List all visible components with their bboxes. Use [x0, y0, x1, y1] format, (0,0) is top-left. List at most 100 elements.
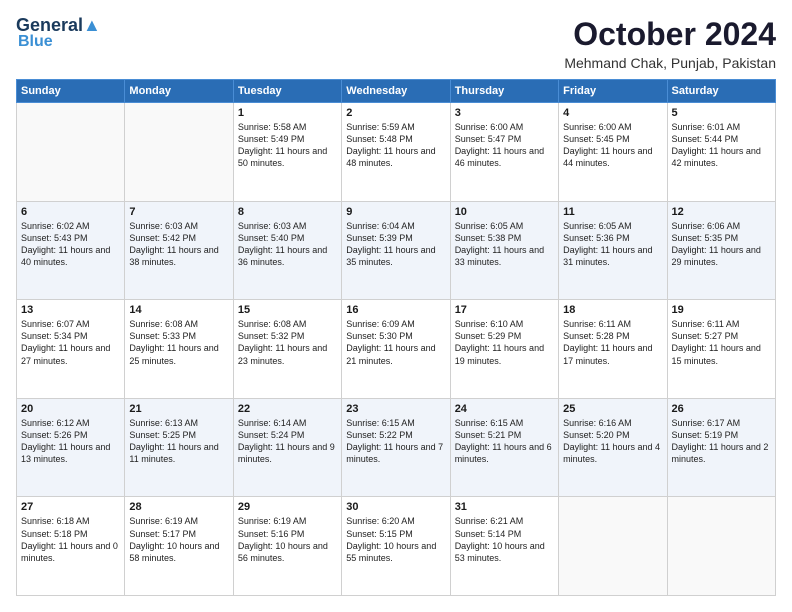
calendar-cell: 13 Sunrise: 6:07 AMSunset: 5:34 PMDayligh… — [17, 300, 125, 399]
page: General▲ Blue October 2024 Mehmand Chak,… — [0, 0, 792, 612]
cell-info: Sunrise: 6:12 AMSunset: 5:26 PMDaylight:… — [21, 417, 120, 466]
cell-info: Sunrise: 6:21 AMSunset: 5:14 PMDaylight:… — [455, 515, 554, 564]
logo-text: General▲ — [16, 16, 101, 34]
cell-info: Sunrise: 6:13 AMSunset: 5:25 PMDaylight:… — [129, 417, 228, 466]
calendar-cell — [559, 497, 667, 596]
day-number: 30 — [346, 501, 445, 513]
day-number: 7 — [129, 206, 228, 218]
calendar-cell: 3 Sunrise: 6:00 AMSunset: 5:47 PMDaylight… — [450, 103, 558, 202]
cell-info: Sunrise: 6:03 AMSunset: 5:42 PMDaylight:… — [129, 220, 228, 269]
day-number: 23 — [346, 403, 445, 415]
cell-info: Sunrise: 6:00 AMSunset: 5:47 PMDaylight:… — [455, 121, 554, 170]
calendar-cell: 27Sunrise: 6:18 AMSunset: 5:18 PMDayligh… — [17, 497, 125, 596]
day-number: 28 — [129, 501, 228, 513]
cell-info: Sunrise: 6:00 AMSunset: 5:45 PMDaylight:… — [563, 121, 662, 170]
cell-info: Sunrise: 5:59 AMSunset: 5:48 PMDaylight:… — [346, 121, 445, 170]
cell-info: Sunrise: 5:58 AMSunset: 5:49 PMDaylight:… — [238, 121, 337, 170]
cell-info: Sunrise: 6:10 AMSunset: 5:29 PMDaylight:… — [455, 318, 554, 367]
page-title: October 2024 — [564, 16, 776, 53]
calendar-cell: 25 Sunrise: 6:16 AMSunset: 5:20 PMDayligh… — [559, 398, 667, 497]
day-number: 22 — [238, 403, 337, 415]
calendar-header-wednesday: Wednesday — [342, 80, 450, 103]
calendar-cell: 24 Sunrise: 6:15 AMSunset: 5:21 PMDayligh… — [450, 398, 558, 497]
calendar-cell: 21 Sunrise: 6:13 AMSunset: 5:25 PMDayligh… — [125, 398, 233, 497]
calendar-header-tuesday: Tuesday — [233, 80, 341, 103]
cell-info: Sunrise: 6:16 AMSunset: 5:20 PMDaylight:… — [563, 417, 662, 466]
cell-info: Sunrise: 6:04 AMSunset: 5:39 PMDaylight:… — [346, 220, 445, 269]
calendar-header-monday: Monday — [125, 80, 233, 103]
day-number: 2 — [346, 107, 445, 119]
cell-info: Sunrise: 6:11 AMSunset: 5:27 PMDaylight:… — [672, 318, 771, 367]
calendar-cell: 22 Sunrise: 6:14 AMSunset: 5:24 PMDayligh… — [233, 398, 341, 497]
day-number: 20 — [21, 403, 120, 415]
cell-info: Sunrise: 6:19 AMSunset: 5:17 PMDaylight:… — [129, 515, 228, 564]
day-number: 3 — [455, 107, 554, 119]
day-number: 4 — [563, 107, 662, 119]
calendar-cell: 20 Sunrise: 6:12 AMSunset: 5:26 PMDayligh… — [17, 398, 125, 497]
calendar-cell: 14 Sunrise: 6:08 AMSunset: 5:33 PMDayligh… — [125, 300, 233, 399]
calendar-header-saturday: Saturday — [667, 80, 775, 103]
calendar-cell — [17, 103, 125, 202]
day-number: 13 — [21, 304, 120, 316]
calendar-header-friday: Friday — [559, 80, 667, 103]
day-number: 14 — [129, 304, 228, 316]
calendar-cell: 8Sunrise: 6:03 AMSunset: 5:40 PMDaylight… — [233, 201, 341, 300]
calendar-header-thursday: Thursday — [450, 80, 558, 103]
calendar-cell: 6Sunrise: 6:02 AMSunset: 5:43 PMDaylight… — [17, 201, 125, 300]
cell-info: Sunrise: 6:07 AMSunset: 5:34 PMDaylight:… — [21, 318, 120, 367]
calendar-cell: 11 Sunrise: 6:05 AMSunset: 5:36 PMDayligh… — [559, 201, 667, 300]
page-subtitle: Mehmand Chak, Punjab, Pakistan — [564, 55, 776, 71]
cell-info: Sunrise: 6:03 AMSunset: 5:40 PMDaylight:… — [238, 220, 337, 269]
logo: General▲ Blue — [16, 16, 101, 50]
day-number: 29 — [238, 501, 337, 513]
cell-info: Sunrise: 6:20 AMSunset: 5:15 PMDaylight:… — [346, 515, 445, 564]
day-number: 11 — [563, 206, 662, 218]
calendar-cell: 26Sunrise: 6:17 AMSunset: 5:19 PMDayligh… — [667, 398, 775, 497]
calendar-header-sunday: Sunday — [17, 80, 125, 103]
calendar-cell: 1 Sunrise: 5:58 AMSunset: 5:49 PMDaylight… — [233, 103, 341, 202]
calendar-cell: 17 Sunrise: 6:10 AMSunset: 5:29 PMDayligh… — [450, 300, 558, 399]
day-number: 5 — [672, 107, 771, 119]
cell-info: Sunrise: 6:06 AMSunset: 5:35 PMDaylight:… — [672, 220, 771, 269]
cell-info: Sunrise: 6:05 AMSunset: 5:36 PMDaylight:… — [563, 220, 662, 269]
calendar-cell: 19Sunrise: 6:11 AMSunset: 5:27 PMDayligh… — [667, 300, 775, 399]
day-number: 27 — [21, 501, 120, 513]
day-number: 9 — [346, 206, 445, 218]
calendar-table: SundayMondayTuesdayWednesdayThursdayFrid… — [16, 79, 776, 596]
cell-info: Sunrise: 6:15 AMSunset: 5:22 PMDaylight:… — [346, 417, 445, 466]
calendar-cell: 4 Sunrise: 6:00 AMSunset: 5:45 PMDaylight… — [559, 103, 667, 202]
day-number: 6 — [21, 206, 120, 218]
cell-info: Sunrise: 6:09 AMSunset: 5:30 PMDaylight:… — [346, 318, 445, 367]
calendar-cell: 31 Sunrise: 6:21 AMSunset: 5:14 PMDayligh… — [450, 497, 558, 596]
cell-info: Sunrise: 6:19 AMSunset: 5:16 PMDaylight:… — [238, 515, 337, 564]
calendar-cell: 12 Sunrise: 6:06 AMSunset: 5:35 PMDayligh… — [667, 201, 775, 300]
day-number: 18 — [563, 304, 662, 316]
day-number: 1 — [238, 107, 337, 119]
cell-info: Sunrise: 6:14 AMSunset: 5:24 PMDaylight:… — [238, 417, 337, 466]
day-number: 16 — [346, 304, 445, 316]
day-number: 31 — [455, 501, 554, 513]
day-number: 21 — [129, 403, 228, 415]
header-right: October 2024 Mehmand Chak, Punjab, Pakis… — [564, 16, 776, 71]
cell-info: Sunrise: 6:08 AMSunset: 5:33 PMDaylight:… — [129, 318, 228, 367]
cell-info: Sunrise: 6:01 AMSunset: 5:44 PMDaylight:… — [672, 121, 771, 170]
cell-info: Sunrise: 6:11 AMSunset: 5:28 PMDaylight:… — [563, 318, 662, 367]
cell-info: Sunrise: 6:15 AMSunset: 5:21 PMDaylight:… — [455, 417, 554, 466]
day-number: 12 — [672, 206, 771, 218]
calendar-cell — [125, 103, 233, 202]
calendar-cell: 5 Sunrise: 6:01 AMSunset: 5:44 PMDaylight… — [667, 103, 775, 202]
day-number: 17 — [455, 304, 554, 316]
calendar-cell: 29 Sunrise: 6:19 AMSunset: 5:16 PMDayligh… — [233, 497, 341, 596]
calendar-cell: 10Sunrise: 6:05 AMSunset: 5:38 PMDayligh… — [450, 201, 558, 300]
day-number: 15 — [238, 304, 337, 316]
day-number: 24 — [455, 403, 554, 415]
calendar-cell: 7 Sunrise: 6:03 AMSunset: 5:42 PMDaylight… — [125, 201, 233, 300]
calendar-cell — [667, 497, 775, 596]
calendar-cell: 28 Sunrise: 6:19 AMSunset: 5:17 PMDayligh… — [125, 497, 233, 596]
calendar-cell: 30 Sunrise: 6:20 AMSunset: 5:15 PMDayligh… — [342, 497, 450, 596]
day-number: 25 — [563, 403, 662, 415]
calendar-cell: 9 Sunrise: 6:04 AMSunset: 5:39 PMDaylight… — [342, 201, 450, 300]
logo-subtext: Blue — [18, 34, 53, 50]
calendar-cell: 23 Sunrise: 6:15 AMSunset: 5:22 PMDayligh… — [342, 398, 450, 497]
calendar-cell: 15Sunrise: 6:08 AMSunset: 5:32 PMDayligh… — [233, 300, 341, 399]
